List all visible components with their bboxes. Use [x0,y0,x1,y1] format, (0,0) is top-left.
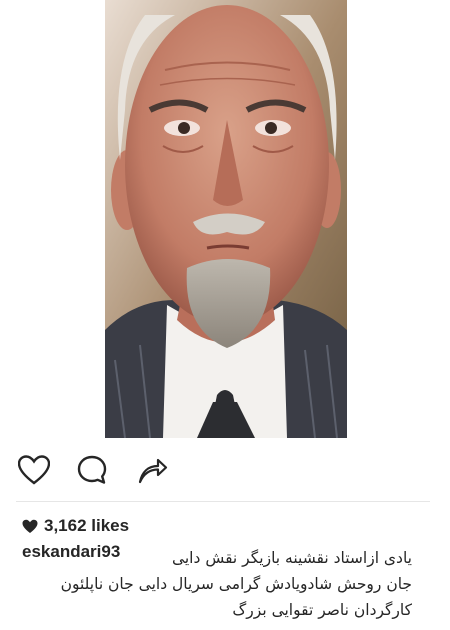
heart-filled-icon [22,519,38,533]
caption-line: جان روحش شادویادش گرامی سریال دایی جان ن… [60,575,412,593]
heart-outline-icon[interactable] [16,452,52,488]
portrait-illustration [105,0,347,438]
comment-bubble-icon[interactable] [74,452,110,488]
caption-text: یادی ازاستاد نقشینه بازیگر نقش دایی جان … [32,545,412,623]
caption-line: یادی ازاستاد نقشینه بازیگر نقش دایی [171,549,412,567]
likes-text: 3,162 likes [44,516,130,535]
post-photo[interactable] [105,0,347,438]
share-arrow-icon[interactable] [134,452,170,488]
caption-line: کارگردان ناصر تقوایی بزرگ [232,601,412,619]
likes-count[interactable]: 3,162 likes [22,515,129,537]
post-action-bar [16,452,216,488]
divider [16,501,430,502]
